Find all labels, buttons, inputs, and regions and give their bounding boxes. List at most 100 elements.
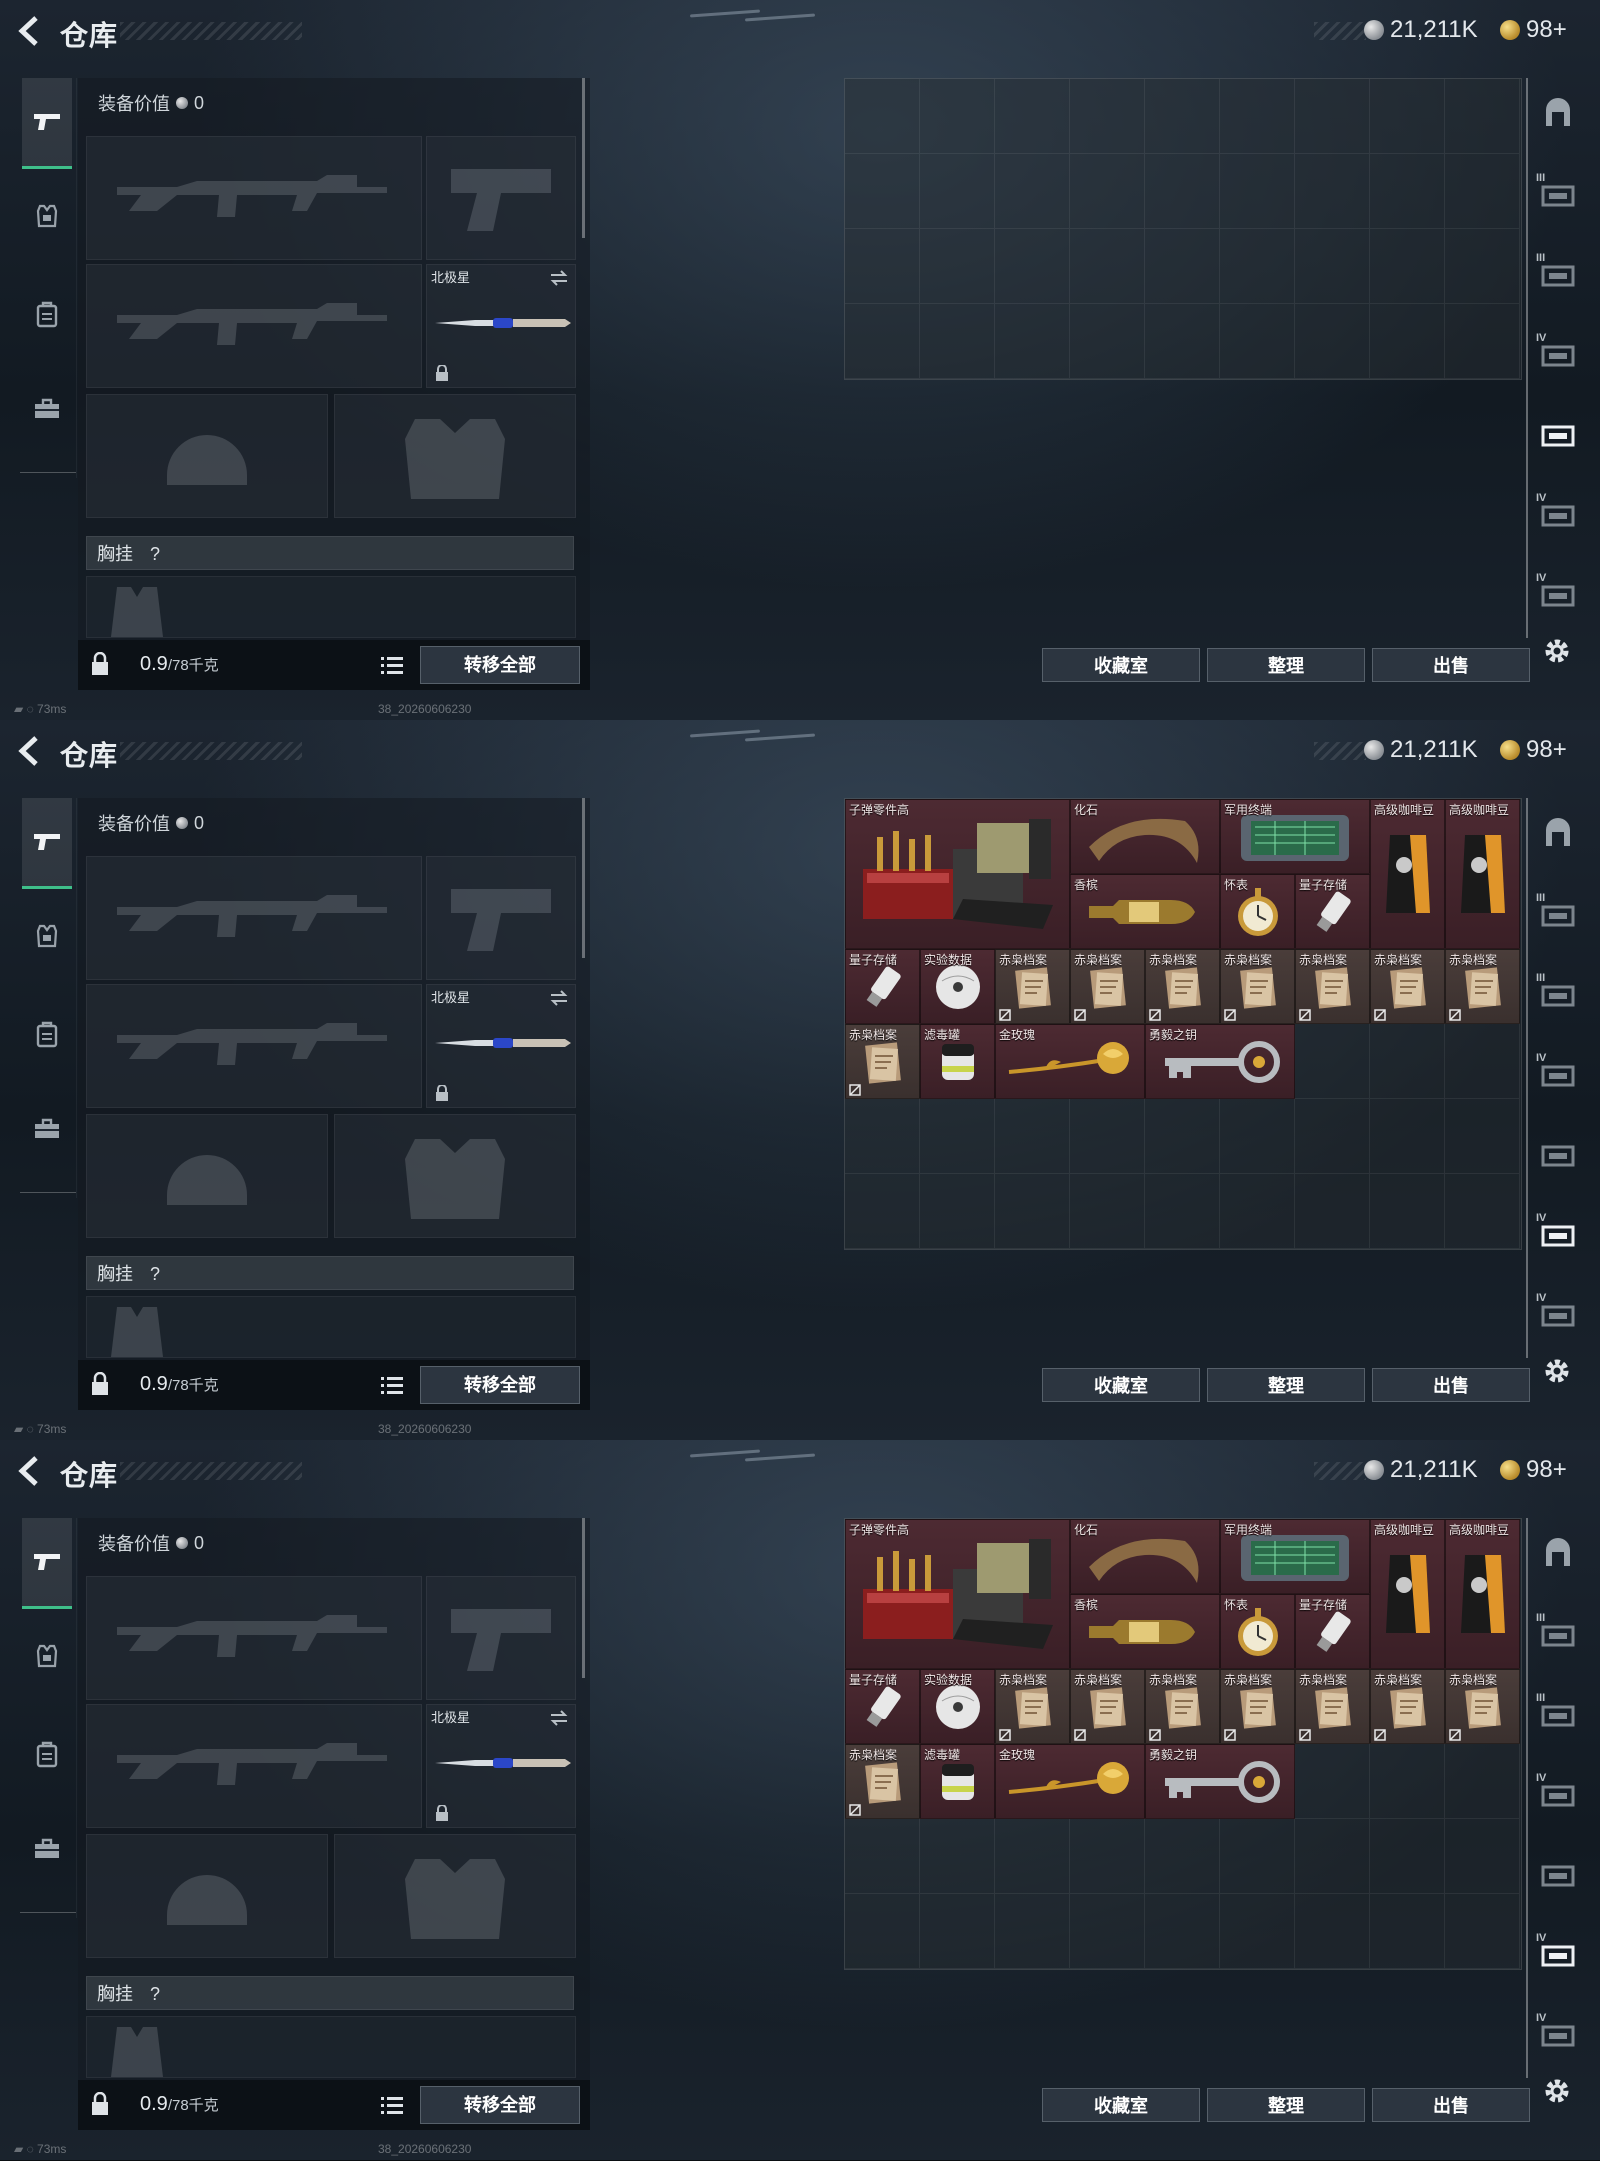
storage-cell[interactable] <box>1070 1099 1145 1174</box>
chest-rig-help-icon[interactable]: ? <box>150 1984 160 2004</box>
storage-item[interactable]: 赤枭档案 <box>995 949 1070 1024</box>
storage-cell[interactable] <box>995 1099 1070 1174</box>
storage-tab-2[interactable]: III <box>1536 1612 1580 1656</box>
storage-cell[interactable] <box>1295 1174 1370 1249</box>
storage-cell[interactable] <box>1370 1099 1445 1174</box>
storage-item[interactable]: 化石 <box>1070 1519 1220 1594</box>
storage-item[interactable]: 金玫瑰 <box>995 1024 1145 1099</box>
list-icon[interactable] <box>381 1375 403 1395</box>
lock-icon[interactable] <box>90 1372 110 1396</box>
storage-item[interactable]: 量子存储 <box>845 949 920 1024</box>
storage-cell[interactable] <box>845 1174 920 1249</box>
storage-item[interactable]: 香槟 <box>1070 1594 1220 1669</box>
sell-button[interactable]: 出售 <box>1372 648 1530 682</box>
chest-rig-help-icon[interactable]: ? <box>150 1264 160 1284</box>
storage-cell[interactable] <box>845 229 920 304</box>
gear-icon[interactable] <box>1540 2074 1574 2108</box>
storage-cell[interactable] <box>1445 79 1520 154</box>
list-icon[interactable] <box>381 2095 403 2115</box>
storage-cell[interactable] <box>1220 229 1295 304</box>
storage-tab-3[interactable]: III <box>1536 972 1580 1016</box>
storage-cell[interactable] <box>1145 1099 1220 1174</box>
pistol-slot[interactable] <box>426 856 576 980</box>
storage-cell[interactable] <box>1445 304 1520 379</box>
storage-cell[interactable] <box>1220 79 1295 154</box>
storage-cell[interactable] <box>1145 1894 1220 1969</box>
storage-item[interactable]: 香槟 <box>1070 874 1220 949</box>
storage-cell[interactable] <box>995 79 1070 154</box>
storage-cell[interactable] <box>1370 1174 1445 1249</box>
storage-item[interactable]: 实验数据 <box>920 949 995 1024</box>
storage-cell[interactable] <box>1070 1894 1145 1969</box>
storage-cell[interactable] <box>1295 304 1370 379</box>
storage-cell[interactable] <box>920 1174 995 1249</box>
storage-item[interactable]: 化石 <box>1070 799 1220 874</box>
storage-cell[interactable] <box>1070 1819 1145 1894</box>
storage-item[interactable]: 赤枭档案 <box>845 1744 920 1819</box>
storage-tab-5[interactable] <box>1536 1852 1580 1896</box>
pistol-slot[interactable] <box>426 136 576 260</box>
storage-cell[interactable] <box>1220 154 1295 229</box>
storage-cell[interactable] <box>995 1894 1070 1969</box>
storage-tab-4[interactable]: IV <box>1536 332 1580 376</box>
storage-item[interactable]: 赤枭档案 <box>1145 949 1220 1024</box>
collection-room-button[interactable]: 收藏室 <box>1042 648 1200 682</box>
storage-cell[interactable] <box>1295 1099 1370 1174</box>
storage-item[interactable]: 赤枭档案 <box>1370 949 1445 1024</box>
gear-icon[interactable] <box>1540 1354 1574 1388</box>
storage-item[interactable]: 赤枭档案 <box>1070 949 1145 1024</box>
storage-cell[interactable] <box>1295 1024 1370 1099</box>
storage-item[interactable]: 子弹零件高 <box>845 1519 1070 1669</box>
nav-toolbox[interactable] <box>22 1084 72 1172</box>
storage-cell[interactable] <box>1370 1024 1445 1099</box>
primary-weapon-slot[interactable] <box>86 856 422 980</box>
storage-cell[interactable] <box>1145 229 1220 304</box>
storage-item[interactable]: 赤枭档案 <box>845 1024 920 1099</box>
storage-cell[interactable] <box>920 154 995 229</box>
nav-toolbox[interactable] <box>22 1804 72 1892</box>
storage-cell[interactable] <box>995 1819 1070 1894</box>
nav-armor[interactable] <box>22 172 72 260</box>
storage-item[interactable]: 赤枭档案 <box>1145 1669 1220 1744</box>
storage-cell[interactable] <box>1295 1744 1370 1819</box>
storage-cell[interactable] <box>1070 1174 1145 1249</box>
storage-cell[interactable] <box>1445 1894 1520 1969</box>
swap-arrows-icon[interactable] <box>549 269 569 287</box>
chest-rig-slot[interactable] <box>86 576 576 638</box>
storage-tab-1[interactable] <box>1536 92 1580 136</box>
nav-weapons[interactable] <box>22 798 72 889</box>
organize-button[interactable]: 整理 <box>1207 2088 1365 2122</box>
lock-icon[interactable] <box>90 2092 110 2116</box>
nav-weapons[interactable] <box>22 1518 72 1609</box>
storage-item[interactable]: 赤枭档案 <box>1445 949 1520 1024</box>
storage-item[interactable]: 勇毅之钥 <box>1145 1744 1295 1819</box>
storage-cell[interactable] <box>1070 79 1145 154</box>
gear-icon[interactable] <box>1540 634 1574 668</box>
storage-item[interactable]: 赤枭档案 <box>1070 1669 1145 1744</box>
primary-weapon-slot[interactable] <box>86 1576 422 1700</box>
organize-button[interactable]: 整理 <box>1207 648 1365 682</box>
storage-cell[interactable] <box>1370 79 1445 154</box>
storage-cell[interactable] <box>845 154 920 229</box>
pistol-slot[interactable] <box>426 1576 576 1700</box>
storage-cell[interactable] <box>1445 1099 1520 1174</box>
storage-item[interactable]: 高级咖啡豆 <box>1370 799 1445 949</box>
storage-item[interactable]: 军用终端 <box>1220 1519 1370 1594</box>
storage-tab-6[interactable]: IV <box>1536 492 1580 536</box>
storage-cell[interactable] <box>1220 1174 1295 1249</box>
storage-item[interactable]: 滤毒罐 <box>920 1024 995 1099</box>
storage-tab-5[interactable] <box>1536 412 1580 456</box>
chest-rig-slot-header[interactable]: 胸挂 ? <box>86 1256 574 1290</box>
storage-cell[interactable] <box>1370 304 1445 379</box>
storage-item[interactable]: 赤枭档案 <box>1445 1669 1520 1744</box>
transfer-all-button[interactable]: 转移全部 <box>420 646 580 684</box>
storage-item[interactable]: 怀表 <box>1220 1594 1295 1669</box>
storage-cell[interactable] <box>1145 154 1220 229</box>
storage-cell[interactable] <box>845 1894 920 1969</box>
storage-item[interactable]: 赤枭档案 <box>1220 1669 1295 1744</box>
armor-slot[interactable] <box>334 1114 576 1238</box>
storage-cell[interactable] <box>1370 1894 1445 1969</box>
storage-cell[interactable] <box>1145 79 1220 154</box>
back-arrow-icon[interactable] <box>14 1454 44 1488</box>
storage-tab-7[interactable]: IV <box>1536 2012 1580 2056</box>
